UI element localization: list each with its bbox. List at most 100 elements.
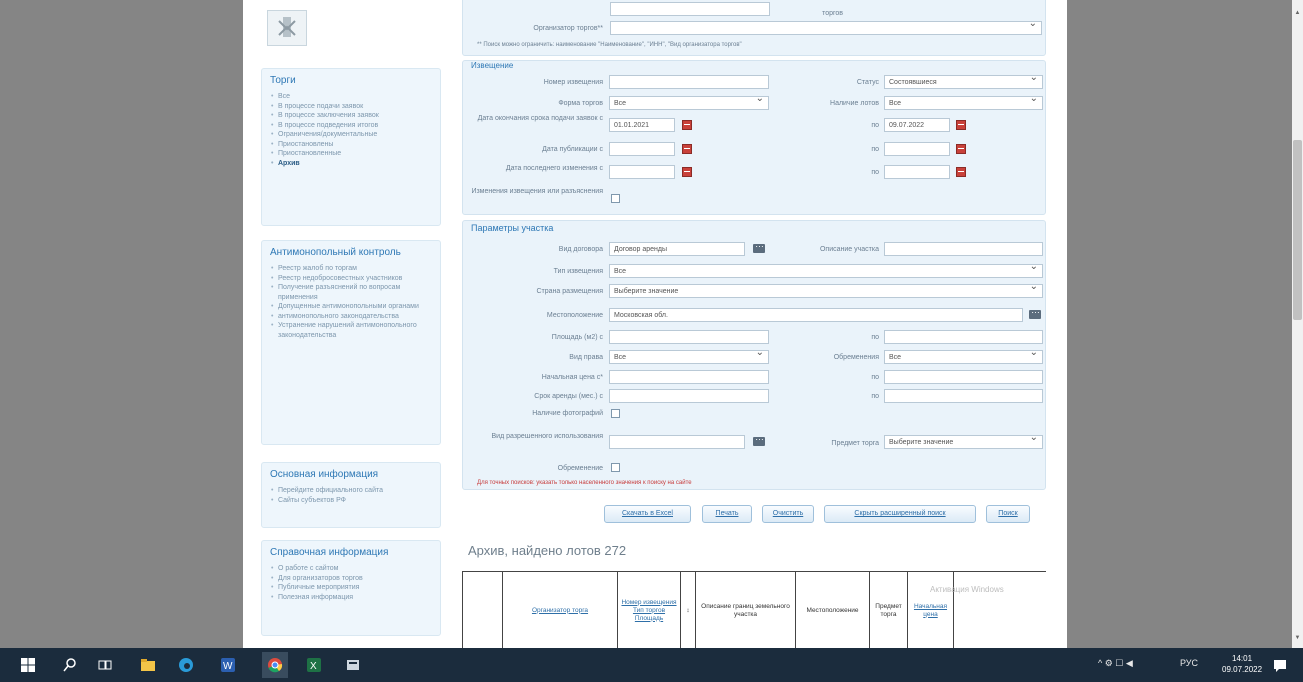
sidebar-link[interactable]: О работе с сайтом xyxy=(270,564,432,574)
results-table: Организатор торга Номер извещения Тип то… xyxy=(462,571,1046,648)
sidebar-link[interactable]: Приостановлены xyxy=(270,140,432,150)
search-icon[interactable] xyxy=(62,657,78,673)
area-to-input[interactable] xyxy=(884,330,1043,344)
sidebar-link[interactable]: Сайты субъектов РФ xyxy=(270,496,432,506)
sidebar-link[interactable]: Получение разъяснений по вопросам примен… xyxy=(270,283,432,302)
sidebar-link[interactable]: Для организаторов торгов xyxy=(270,574,432,584)
notice-number-input[interactable] xyxy=(609,75,769,89)
calendar-icon[interactable] xyxy=(682,120,692,130)
sidebar-link[interactable]: Реестр жалоб по торгам xyxy=(270,264,432,274)
excel-icon[interactable]: X xyxy=(306,657,322,673)
lot-params-legend: Параметры участка xyxy=(471,223,554,233)
change-from-input[interactable] xyxy=(609,165,675,179)
sidebar-link[interactable]: Все xyxy=(270,92,432,102)
chrome-icon[interactable] xyxy=(267,657,283,673)
sidebar-antimonopoly-list: Реестр жалоб по торгамРеестр недобросове… xyxy=(270,264,432,340)
language-indicator[interactable]: РУС xyxy=(1180,658,1198,668)
search-button[interactable]: Поиск xyxy=(986,505,1030,523)
sidebar-link[interactable]: Приостановленные xyxy=(270,149,432,159)
calendar-icon[interactable] xyxy=(682,144,692,154)
scroll-up-icon[interactable]: ▲ xyxy=(1292,10,1303,16)
section-select[interactable]: Все xyxy=(609,350,769,364)
calendar-icon[interactable] xyxy=(956,144,966,154)
select-dialog-icon[interactable] xyxy=(1029,305,1041,319)
scroll-thumb[interactable] xyxy=(1293,140,1302,320)
sidebar-service-block: Справочная информация О работе с сайтомД… xyxy=(261,540,441,636)
task-view-icon[interactable] xyxy=(97,657,113,673)
sidebar-link[interactable]: Полезная информация xyxy=(270,593,432,603)
calendar-icon[interactable] xyxy=(956,167,966,177)
description-label: Описание участка xyxy=(819,246,879,253)
purpose-input[interactable] xyxy=(609,435,745,449)
scroll-down-icon[interactable]: ▼ xyxy=(1292,635,1303,641)
method-select[interactable]: Все xyxy=(884,96,1043,110)
area-from-input[interactable] xyxy=(609,330,769,344)
deadline-from-input[interactable]: 01.01.2021 xyxy=(609,118,675,132)
organizer-label: Организатор торгов** xyxy=(533,25,603,32)
file-explorer-icon[interactable] xyxy=(140,657,156,673)
changes-checkbox[interactable] xyxy=(611,194,620,203)
select-dialog-icon[interactable] xyxy=(753,432,765,446)
page-scrollbar[interactable]: ▲ ▼ xyxy=(1292,0,1303,648)
calendar-icon[interactable] xyxy=(956,120,966,130)
contract-input[interactable]: Договор аренды xyxy=(609,242,745,256)
clear-button[interactable]: Очистить xyxy=(762,505,814,523)
word-icon[interactable]: W xyxy=(220,657,236,673)
deadline-to-input[interactable]: 09.07.2022 xyxy=(884,118,950,132)
sidebar-link[interactable]: Реестр недобросовестных участников xyxy=(270,274,432,284)
pub-to-input[interactable] xyxy=(884,142,950,156)
sidebar-torgi-list: ВсеВ процессе подачи заявокВ процессе за… xyxy=(270,92,432,168)
status-select[interactable]: Состоявшиеся xyxy=(884,75,1043,89)
system-tray-icons[interactable]: ^ ⚙ ☐ ◀ xyxy=(1098,658,1133,669)
sidebar-link[interactable]: Перейдите официального сайта xyxy=(270,486,432,496)
windows-start-icon[interactable] xyxy=(20,657,36,673)
pub-from-input[interactable] xyxy=(609,142,675,156)
sidebar-link[interactable]: Допущенные антимонопольными органами xyxy=(270,302,432,312)
sort-icon[interactable]: ↕ xyxy=(681,572,696,648)
select-dialog-icon[interactable] xyxy=(753,239,765,253)
subject-select[interactable]: Выберите значение xyxy=(884,435,1043,449)
notice-legend: Извещение xyxy=(471,61,514,70)
taskbar-clock[interactable]: 14:01 09.07.2022 xyxy=(1222,653,1262,675)
country-select[interactable]: Выберите значение xyxy=(609,284,1043,298)
organizer-panel: торгов Организатор торгов** ** Поиск мож… xyxy=(462,0,1046,56)
table-header-notice[interactable]: Номер извещения Тип торгов Площадь xyxy=(618,572,681,648)
sidebar-link[interactable]: Ограничения/документальные xyxy=(270,130,432,140)
print-button[interactable]: Печать xyxy=(702,505,752,523)
status-label: Статус xyxy=(856,79,879,86)
price-from-input[interactable] xyxy=(609,370,769,384)
svg-text:X: X xyxy=(310,661,317,672)
hide-advanced-search-button[interactable]: Скрыть расширенный поиск xyxy=(824,505,976,523)
sidebar-link[interactable]: Публичные мероприятия xyxy=(270,583,432,593)
price-to-input[interactable] xyxy=(884,370,1043,384)
rent-from-input[interactable] xyxy=(609,389,769,403)
edge-browser-icon[interactable] xyxy=(178,657,194,673)
sidebar-link[interactable]: антимонопольного законодательства xyxy=(270,312,432,322)
pinned-app-icon[interactable] xyxy=(345,657,361,673)
sidebar-link[interactable]: Архив xyxy=(270,159,432,169)
notification-icon[interactable] xyxy=(1272,657,1288,673)
sidebar-link[interactable]: В процессе подведения итогов xyxy=(270,121,432,131)
encumbrance-checkbox[interactable] xyxy=(611,463,620,472)
description-input[interactable] xyxy=(884,242,1043,256)
sidebar-link[interactable]: В процессе подачи заявок xyxy=(270,102,432,112)
export-excel-button[interactable]: Скачать в Excel xyxy=(604,505,691,523)
encumbrance-select[interactable]: Все xyxy=(884,350,1043,364)
form-select[interactable]: Все xyxy=(609,96,769,110)
location-input[interactable]: Московская обл. xyxy=(609,308,1023,322)
table-header-location: Местоположение xyxy=(796,572,870,648)
sidebar-link[interactable]: Устранение нарушений антимонопольного за… xyxy=(270,321,432,340)
results-title: Архив, найдено лотов 272 xyxy=(468,543,627,558)
table-header-price[interactable]: Начальная цена xyxy=(908,572,954,648)
coat-of-arms-icon[interactable] xyxy=(267,10,307,46)
organizer-select[interactable] xyxy=(610,21,1042,35)
sidebar-link[interactable]: В процессе заключения заявок xyxy=(270,111,432,121)
change-to-input[interactable] xyxy=(884,165,950,179)
top-field-left[interactable] xyxy=(610,2,770,16)
table-header-organizer[interactable]: Организатор торга xyxy=(503,572,618,648)
sidebar-basic-title: Основная информация xyxy=(270,469,379,480)
rent-to-input[interactable] xyxy=(884,389,1043,403)
calendar-icon[interactable] xyxy=(682,167,692,177)
photo-checkbox[interactable] xyxy=(611,409,620,418)
notice-type-select[interactable]: Все xyxy=(609,264,1043,278)
